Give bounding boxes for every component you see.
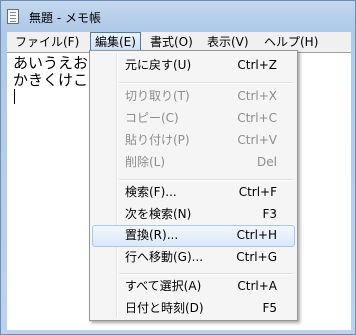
menu-item-label: 置換(R)...: [125, 228, 179, 242]
menu-item-find[interactable]: 検索(F)... Ctrl+F: [92, 182, 295, 204]
notepad-app-icon[interactable]: [7, 9, 19, 24]
edit-menu-dropdown: 元に戻す(U) Ctrl+Z 切り取り(T) Ctrl+X コピー(C) Ctr…: [89, 50, 298, 321]
menu-item-label: すべて選択(A): [125, 279, 202, 293]
menu-item-label: コピー(C): [125, 111, 179, 125]
menu-item-label: 次を検索(N): [125, 207, 192, 221]
menu-separator: [119, 273, 293, 275]
menu-format[interactable]: 書式(O): [146, 32, 197, 52]
menu-item-copy[interactable]: コピー(C) Ctrl+C: [92, 108, 295, 130]
menu-item-shortcut: F5: [262, 301, 277, 315]
editor-line-2: かきくけこ: [13, 71, 89, 89]
menu-item-delete[interactable]: 削除(L) Del: [92, 152, 295, 174]
menu-item-undo[interactable]: 元に戻す(U) Ctrl+Z: [92, 55, 295, 77]
menu-item-paste[interactable]: 貼り付け(P) Ctrl+V: [92, 130, 295, 152]
menu-item-select-all[interactable]: すべて選択(A) Ctrl+A: [92, 276, 295, 298]
menu-item-label: 検索(F)...: [125, 185, 177, 199]
menu-item-label: 削除(L): [125, 155, 166, 169]
editor-line-1: あいうえお: [13, 54, 89, 72]
menu-item-shortcut: Ctrl+G: [236, 250, 277, 264]
menu-item-shortcut: Ctrl+A: [237, 279, 277, 293]
menu-view[interactable]: 表示(V): [203, 32, 253, 52]
menu-item-label: 行へ移動(G)...: [125, 250, 204, 264]
menu-separator: [119, 82, 293, 84]
menu-file[interactable]: ファイル(F): [11, 32, 83, 52]
menu-item-cut[interactable]: 切り取り(T) Ctrl+X: [92, 86, 295, 108]
menu-item-label: 元に戻す(U): [125, 58, 192, 72]
menu-item-shortcut: Ctrl+H: [236, 228, 277, 242]
menu-item-label: 貼り付け(P): [125, 133, 190, 147]
menu-item-shortcut: Ctrl+F: [238, 185, 277, 199]
menu-item-shortcut: Del: [257, 155, 277, 169]
menu-separator: [119, 179, 293, 181]
menu-item-shortcut: Ctrl+C: [237, 111, 277, 125]
menu-bar: ファイル(F) 編集(E) 書式(O) 表示(V) ヘルプ(H): [7, 32, 351, 52]
title-bar[interactable]: 無題 - メモ帳: [1, 1, 355, 31]
menu-item-shortcut: F3: [262, 207, 277, 221]
menu-item-replace[interactable]: 置換(R)... Ctrl+H: [92, 225, 295, 247]
menu-item-label: 日付と時刻(D): [125, 301, 204, 315]
menu-item-go-to[interactable]: 行へ移動(G)... Ctrl+G: [92, 247, 295, 269]
menu-item-shortcut: Ctrl+V: [237, 133, 277, 147]
menu-help[interactable]: ヘルプ(H): [260, 32, 322, 52]
window-title: 無題 - メモ帳: [29, 11, 101, 25]
menu-item-time-date[interactable]: 日付と時刻(D) F5: [92, 298, 295, 320]
menu-item-shortcut: Ctrl+Z: [237, 58, 277, 72]
menu-item-shortcut: Ctrl+X: [237, 89, 277, 103]
menu-item-find-next[interactable]: 次を検索(N) F3: [92, 204, 295, 226]
menu-item-label: 切り取り(T): [125, 89, 190, 103]
text-caret: [14, 89, 15, 104]
menu-edit[interactable]: 編集(E): [90, 32, 141, 52]
